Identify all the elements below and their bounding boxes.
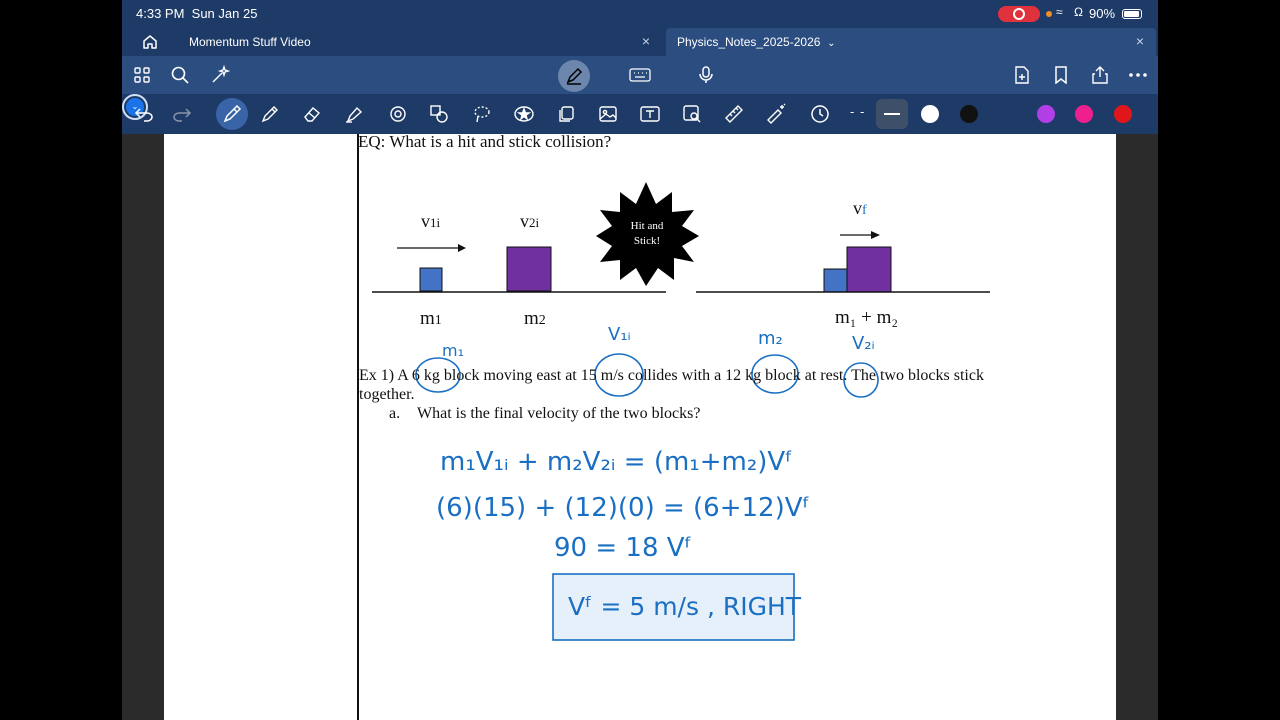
final-answer: Vᶠ = 5 m/s , RIGHT <box>568 592 802 621</box>
sparkle-icon[interactable] <box>208 63 232 87</box>
handwritten-solution: m₁V₁ᵢ + m₂V₂ᵢ = (m₁+m₂)Vᶠ (6)(15) + (12)… <box>436 447 810 641</box>
burst-text-2: Stick! <box>634 235 660 247</box>
close-icon[interactable]: × <box>1136 33 1144 49</box>
color-swatch-pink[interactable] <box>1075 105 1093 123</box>
elements-icon[interactable] <box>427 102 451 126</box>
block-m2-combined <box>846 246 892 293</box>
ann-m2: m₂ <box>758 328 783 349</box>
pen-mode-icon[interactable] <box>558 60 590 92</box>
more-icon[interactable] <box>1126 63 1150 87</box>
bookmark-icon[interactable] <box>1049 63 1073 87</box>
lasso-icon[interactable] <box>470 102 494 126</box>
add-page-icon[interactable] <box>1010 63 1034 87</box>
highlighter-icon[interactable] <box>342 102 366 126</box>
scan-icon[interactable] <box>680 102 704 126</box>
hit-and-stick-burst: Hit and Stick! <box>596 182 699 286</box>
work-line-2: (6)(15) + (12)(0) = (6+12)Vᶠ <box>436 493 810 523</box>
eraser-icon[interactable] <box>300 102 324 126</box>
pencil-icon[interactable] <box>258 102 282 126</box>
dash-style-icon[interactable]: - - <box>850 104 865 119</box>
redo-icon[interactable] <box>170 102 194 126</box>
image-icon[interactable] <box>596 102 620 126</box>
work-line-1: m₁V₁ᵢ + m₂V₂ᵢ = (m₁+m₂)Vᶠ <box>440 447 793 477</box>
pen-icon[interactable] <box>216 98 248 130</box>
annotation-toolbar: - - ⌄ <box>122 94 1158 134</box>
block-m2 <box>506 246 552 292</box>
question-a: a. What is the final velocity of the two … <box>389 405 700 423</box>
color-swatch-white[interactable] <box>921 105 939 123</box>
work-line-3: 90 = 18 Vᶠ <box>554 533 692 563</box>
battery-percent: 90% <box>1089 6 1116 21</box>
color-swatch-black[interactable] <box>960 105 978 123</box>
close-icon[interactable]: × <box>642 33 650 49</box>
tab-label: Physics_Notes_2025-2026 ⌄ <box>677 35 836 49</box>
tab-label: Momentum Stuff Video <box>189 35 311 49</box>
combined-mass-label: m₁ + m₂ <box>835 307 898 328</box>
ann-v1i: V₁ᵢ <box>608 324 631 345</box>
color-swatch-red[interactable] <box>1114 105 1132 123</box>
headphones-icon: Ω <box>1074 5 1083 19</box>
ann-v2i: V₂ᵢ <box>852 333 875 354</box>
collision-diagram: v1i v2i m1 m2 Hit and Stick! vf m₁ + m₂ … <box>372 182 990 641</box>
battery-icon <box>1122 9 1142 19</box>
v2i-label: v2i <box>520 211 540 231</box>
sticker-icon[interactable] <box>512 102 536 126</box>
example-1-text: Ex 1) A 6 kg block moving east at 15 m/s… <box>359 367 984 403</box>
m1-label: m1 <box>420 308 442 329</box>
home-icon[interactable] <box>140 32 160 52</box>
burst-text-1: Hit and <box>631 220 664 232</box>
tab-momentum-video[interactable]: Momentum Stuff Video × <box>178 28 662 56</box>
question-number: a. <box>389 405 401 422</box>
laser-icon[interactable] <box>764 102 788 126</box>
stroke-width-button[interactable] <box>876 99 908 129</box>
block-m1 <box>419 267 443 292</box>
search-icon[interactable] <box>168 63 192 87</box>
share-icon[interactable] <box>1088 63 1112 87</box>
vf-arrowhead <box>871 231 880 239</box>
wifi-icon: ≈ <box>1056 5 1063 19</box>
status-time: 4:33 PM Sun Jan 25 <box>136 6 258 21</box>
top-toolbar <box>122 56 1158 94</box>
v1i-arrowhead <box>458 244 466 252</box>
v1i-label: v1i <box>421 211 441 231</box>
notes-page[interactable]: EQ: What is a hit and stick collision? v… <box>164 134 1116 720</box>
grid-icon[interactable] <box>130 63 154 87</box>
question-text: What is the final velocity of the two bl… <box>417 405 701 422</box>
m2-label: m2 <box>524 308 546 329</box>
tab-bar: Momentum Stuff Video × Physics_Notes_202… <box>122 28 1158 56</box>
mic-indicator-icon <box>1046 11 1052 17</box>
ipad-screen: 4:33 PM Sun Jan 25 ≈ Ω 90% Momentum Stuf… <box>122 0 1158 720</box>
timer-icon[interactable] <box>808 102 832 126</box>
screen-recording-icon[interactable] <box>998 6 1040 22</box>
shapes-icon[interactable] <box>386 102 410 126</box>
keyboard-icon[interactable] <box>628 63 652 87</box>
after-collision: vf m₁ + m₂ <box>696 198 990 328</box>
microphone-icon[interactable] <box>694 63 718 87</box>
status-bar: 4:33 PM Sun Jan 25 ≈ Ω 90% <box>122 0 1158 28</box>
ruler-icon[interactable] <box>722 102 746 126</box>
tab-physics-notes[interactable]: Physics_Notes_2025-2026 ⌄ × <box>666 28 1156 56</box>
copy-icon[interactable] <box>554 102 578 126</box>
color-swatch-purple[interactable] <box>1037 105 1055 123</box>
vf-label: vf <box>853 198 867 218</box>
block-m1-combined <box>823 268 848 293</box>
ann-m1: m₁ <box>442 341 464 360</box>
text-icon[interactable] <box>638 102 662 126</box>
chevron-down-icon[interactable]: ⌄ <box>827 38 835 49</box>
undo-icon[interactable] <box>132 102 156 126</box>
